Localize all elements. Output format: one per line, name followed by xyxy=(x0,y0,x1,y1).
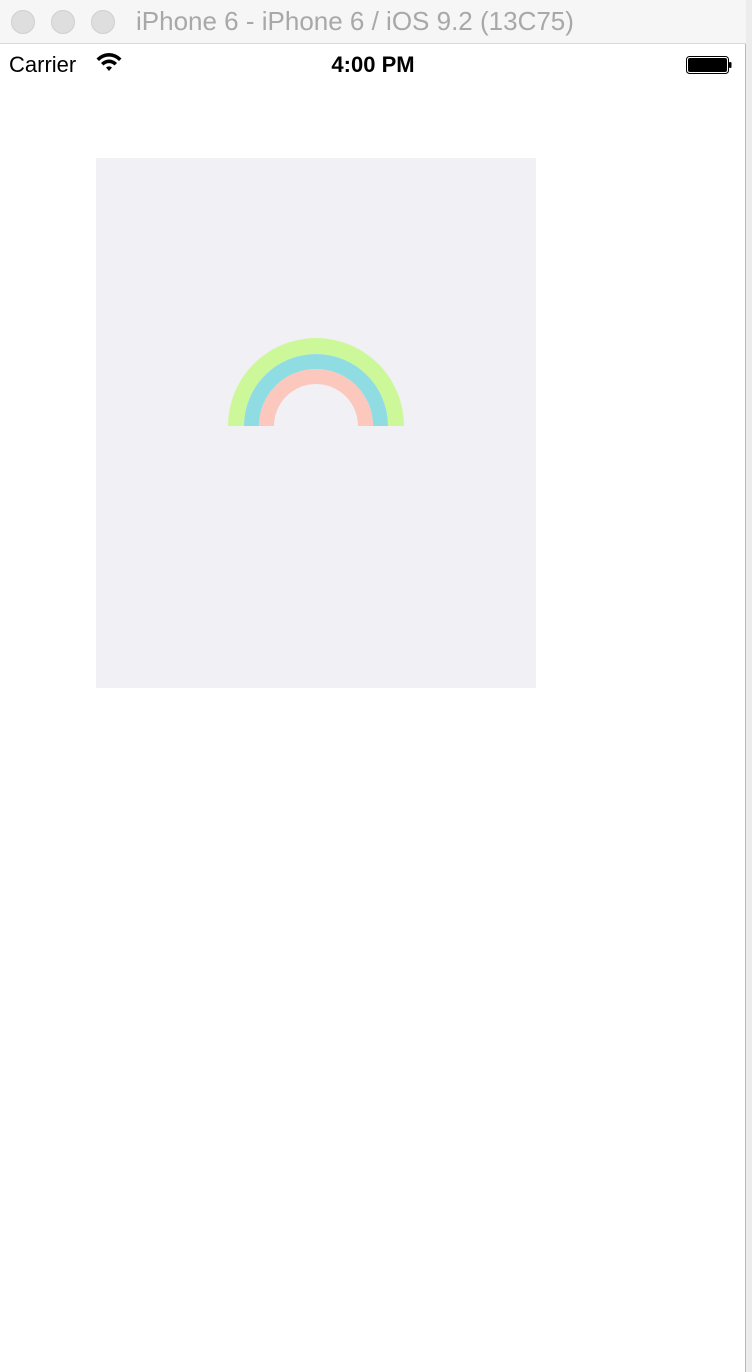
close-window-button[interactable] xyxy=(11,10,35,34)
simulator-window: iPhone 6 - iPhone 6 / iOS 9.2 (13C75) Ca… xyxy=(0,0,746,1372)
minimize-window-button[interactable] xyxy=(51,10,75,34)
window-titlebar: iPhone 6 - iPhone 6 / iOS 9.2 (13C75) xyxy=(0,0,746,44)
zoom-window-button[interactable] xyxy=(91,10,115,34)
ios-status-bar: Carrier 4:00 PM xyxy=(0,44,746,86)
window-title: iPhone 6 - iPhone 6 / iOS 9.2 (13C75) xyxy=(136,6,574,36)
rainbow-drawing xyxy=(228,338,404,426)
drawing-canvas-view xyxy=(96,158,536,688)
status-time: 4:00 PM xyxy=(331,52,415,77)
background-window-edge xyxy=(746,0,752,1372)
battery-icon xyxy=(686,56,732,74)
